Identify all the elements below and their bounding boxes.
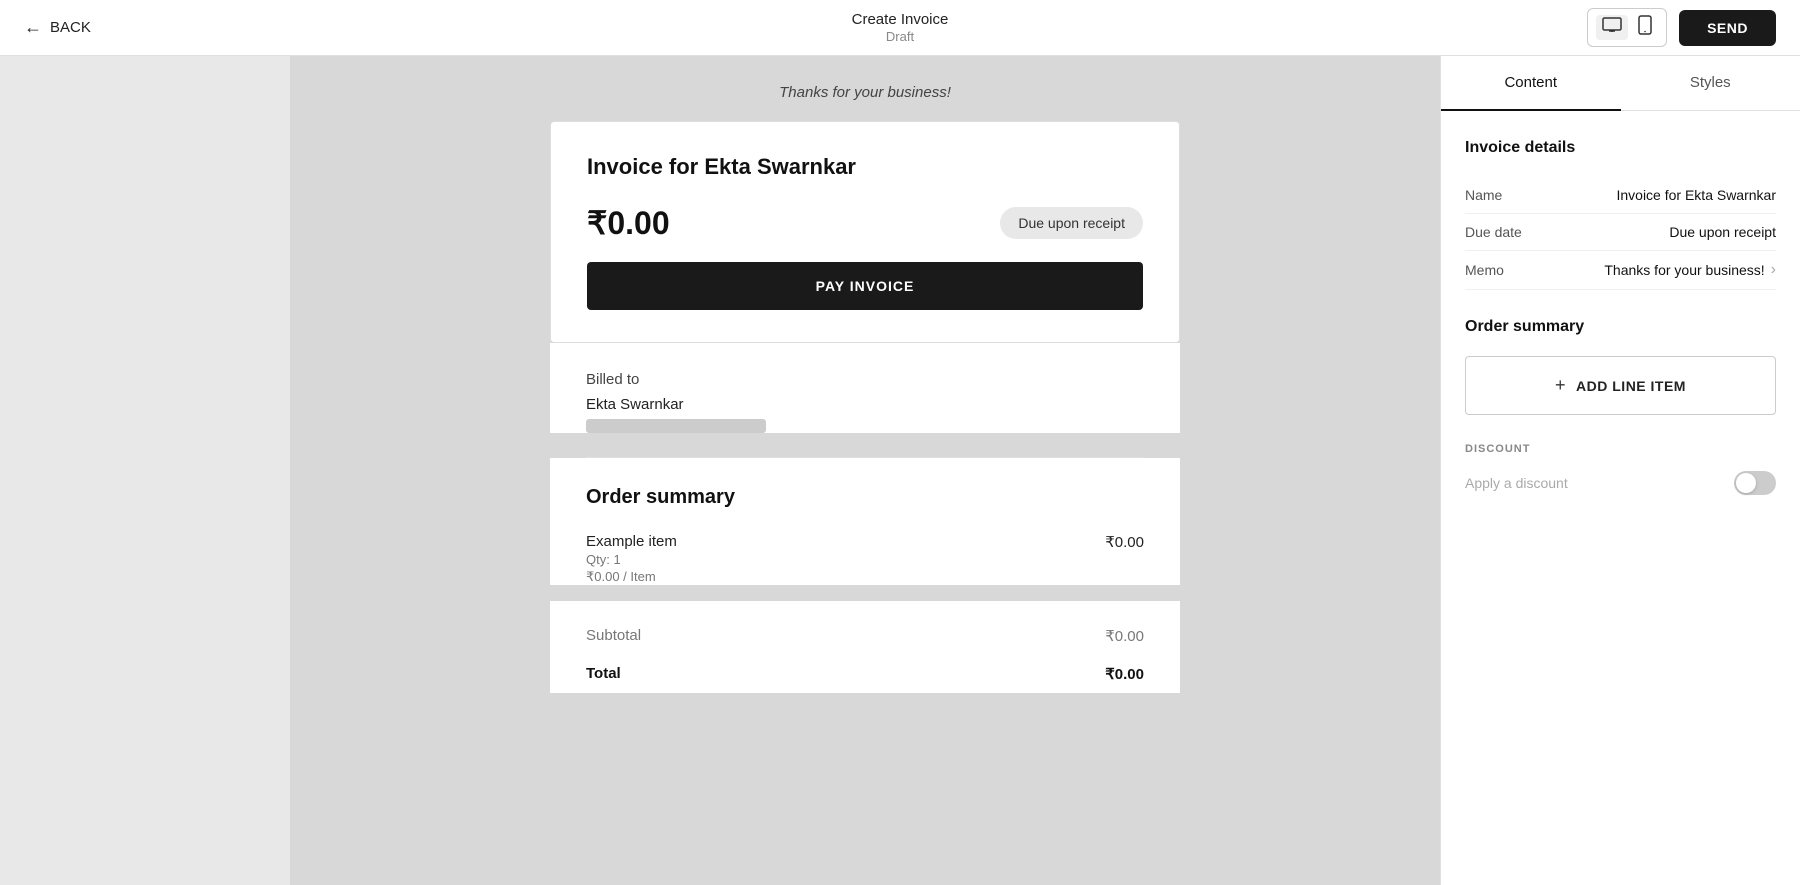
order-summary-title: Order summary [586, 486, 1144, 509]
billed-to-label: Billed to [586, 371, 1144, 388]
subtotal-label: Subtotal [586, 627, 641, 645]
invoice-wrapper: Thanks for your business! Invoice for Ek… [550, 56, 1180, 845]
device-toggle [1587, 8, 1667, 47]
line-item-name: Example item [586, 533, 677, 550]
topbar: ← BACK Create Invoice Draft SEND [0, 0, 1800, 56]
billed-name: Ekta Swarnkar [586, 396, 1144, 413]
panel-tabs: Content Styles [1441, 56, 1800, 111]
add-line-item-button[interactable]: + ADD LINE ITEM [1465, 356, 1776, 415]
mobile-view-icon[interactable] [1632, 13, 1658, 42]
canvas-area: Thanks for your business! Invoice for Ek… [290, 56, 1440, 885]
line-item-unit-price: ₹0.00 / Item [586, 569, 677, 585]
main-layout: Thanks for your business! Invoice for Ek… [0, 56, 1800, 885]
detail-row-due-date: Due date Due upon receipt [1465, 214, 1776, 251]
discount-section-label: DISCOUNT [1465, 443, 1776, 455]
line-item-qty: Qty: 1 [586, 552, 677, 567]
due-date-value: Due upon receipt [1669, 224, 1776, 240]
total-row: Total ₹0.00 [586, 655, 1144, 693]
panel-order-summary: Order summary + ADD LINE ITEM [1465, 318, 1776, 415]
subtotal-value: ₹0.00 [1105, 627, 1144, 645]
add-line-item-label: ADD LINE ITEM [1576, 378, 1686, 394]
invoice-details-title: Invoice details [1465, 139, 1776, 157]
discount-toggle[interactable] [1734, 471, 1776, 495]
detail-row-memo[interactable]: Memo Thanks for your business! › [1465, 251, 1776, 290]
memo-value-row: Thanks for your business! › [1604, 261, 1776, 279]
back-label: BACK [50, 19, 91, 36]
subtotal-row: Subtotal ₹0.00 [586, 617, 1144, 655]
discount-row: Apply a discount [1465, 471, 1776, 495]
topbar-subtitle: Draft [852, 29, 949, 45]
order-summary-section: Order summary Example item Qty: 1 ₹0.00 … [550, 458, 1180, 585]
topbar-title: Create Invoice [852, 11, 949, 29]
invoice-amount: ₹0.00 [587, 204, 670, 242]
detail-row-name: Name Invoice for Ekta Swarnkar [1465, 177, 1776, 214]
invoice-card-header: Invoice for Ekta Swarnkar ₹0.00 Due upon… [550, 121, 1180, 343]
memo-value: Thanks for your business! [1604, 262, 1764, 278]
left-spacer [0, 56, 290, 885]
panel-order-summary-title: Order summary [1465, 318, 1776, 336]
discount-section: DISCOUNT Apply a discount [1465, 443, 1776, 495]
topbar-center: Create Invoice Draft [852, 11, 949, 45]
back-arrow-icon: ← [24, 17, 42, 38]
line-item-total: ₹0.00 [1105, 533, 1144, 551]
name-label: Name [1465, 187, 1502, 203]
tab-content[interactable]: Content [1441, 56, 1621, 111]
invoice-memo: Thanks for your business! [550, 56, 1180, 121]
total-value: ₹0.00 [1105, 665, 1144, 683]
total-label: Total [586, 665, 621, 683]
right-panel: Content Styles Invoice details Name Invo… [1440, 56, 1800, 885]
chevron-right-icon: › [1771, 261, 1776, 279]
pay-invoice-button[interactable]: PAY INVOICE [587, 262, 1143, 310]
back-button[interactable]: ← BACK [24, 17, 91, 38]
billed-email-blurred [586, 419, 766, 433]
subtotals-section: Subtotal ₹0.00 Total ₹0.00 [550, 601, 1180, 693]
due-badge: Due upon receipt [1000, 207, 1143, 239]
memo-label: Memo [1465, 262, 1504, 278]
plus-icon: + [1555, 375, 1566, 396]
topbar-right: SEND [1587, 8, 1776, 47]
tab-styles[interactable]: Styles [1621, 56, 1800, 111]
invoice-title: Invoice for Ekta Swarnkar [587, 154, 1143, 180]
due-date-label: Due date [1465, 224, 1522, 240]
name-value: Invoice for Ekta Swarnkar [1616, 187, 1776, 203]
apply-discount-label: Apply a discount [1465, 475, 1568, 491]
toggle-knob [1736, 473, 1756, 493]
invoice-amount-row: ₹0.00 Due upon receipt [587, 204, 1143, 242]
line-item-details: Example item Qty: 1 ₹0.00 / Item [586, 533, 677, 585]
send-button[interactable]: SEND [1679, 10, 1776, 46]
table-row: Example item Qty: 1 ₹0.00 / Item ₹0.00 [586, 533, 1144, 585]
desktop-view-icon[interactable] [1596, 15, 1628, 40]
billed-section: Billed to Ekta Swarnkar [550, 343, 1180, 433]
panel-content: Invoice details Name Invoice for Ekta Sw… [1441, 111, 1800, 885]
